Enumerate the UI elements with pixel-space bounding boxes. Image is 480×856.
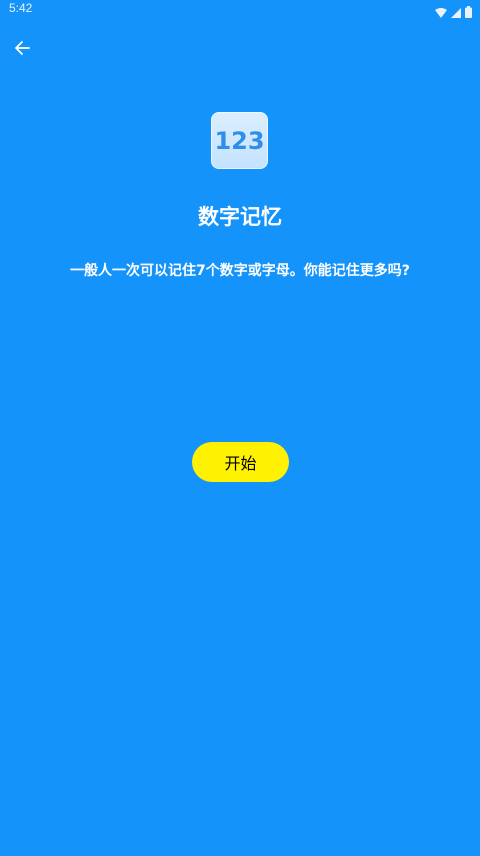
wifi-icon [435,3,447,22]
game-description: 一般人一次可以记住7个数字或字母。你能记住更多吗? [70,263,410,279]
back-button[interactable] [10,38,34,62]
start-button[interactable]: 开始 [192,442,289,482]
game-icon: 123 [211,112,268,169]
signal-icon [451,3,461,22]
battery-icon [465,3,472,22]
status-bar: 5:42 [0,0,480,18]
status-icons [435,3,472,22]
arrow-left-icon [14,40,30,60]
status-time: 5:42 [9,1,33,15]
game-icon-text: 123 [214,126,265,155]
page-title: 数字记忆 [198,205,282,229]
